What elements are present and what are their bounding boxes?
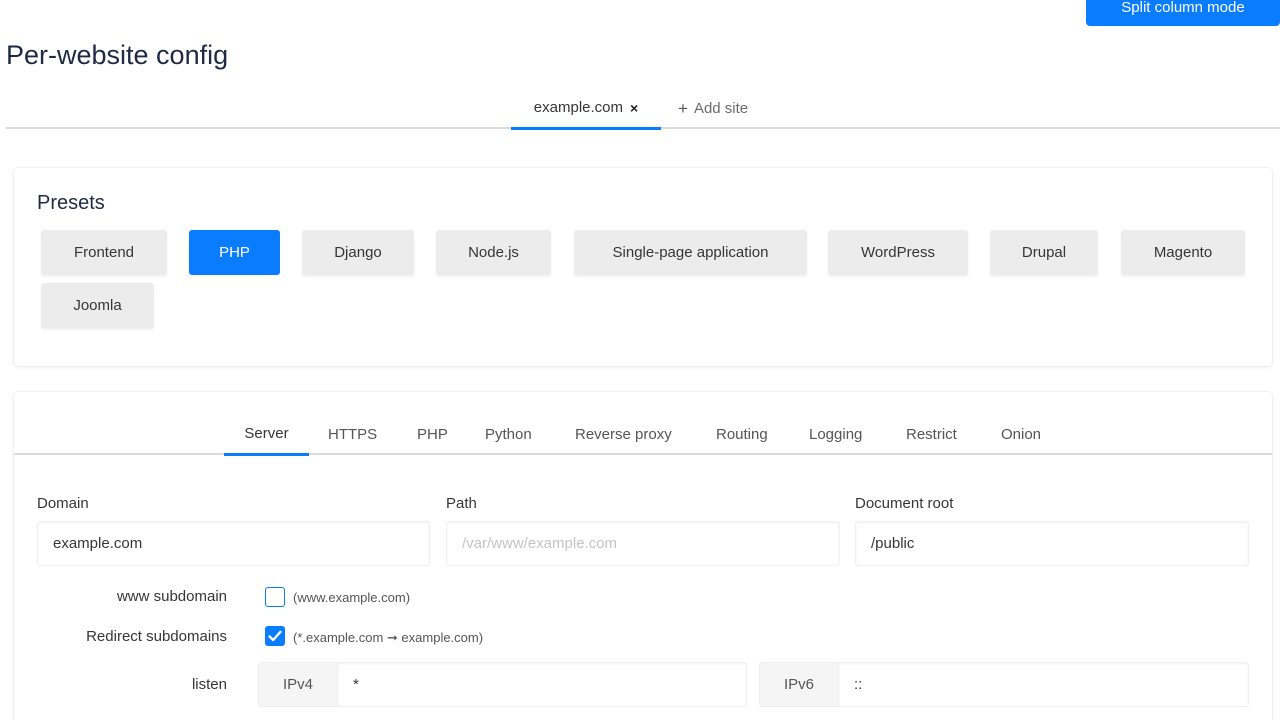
- site-tabs: example.com × + Add site: [6, 88, 1280, 130]
- preset-single-page-application[interactable]: Single-page application: [574, 230, 807, 275]
- redirect-subdomains-checkbox[interactable]: [265, 626, 285, 646]
- site-tab-example-com[interactable]: example.com ×: [511, 88, 661, 130]
- split-column-mode-button[interactable]: Split column mode: [1086, 0, 1280, 26]
- tab-python[interactable]: Python: [485, 414, 532, 455]
- tab-restrict[interactable]: Restrict: [906, 414, 957, 455]
- plus-icon: +: [678, 98, 688, 118]
- preset-joomla[interactable]: Joomla: [41, 283, 154, 328]
- preset-django[interactable]: Django: [302, 230, 414, 275]
- tab-php[interactable]: PHP: [417, 414, 448, 455]
- tab-onion[interactable]: Onion: [1001, 414, 1041, 455]
- www-subdomain-hint: (www.example.com): [293, 590, 411, 605]
- listen-label: listen: [191, 676, 227, 693]
- tab-reverse-proxy[interactable]: Reverse proxy: [575, 414, 672, 455]
- add-site-button[interactable]: + Add site: [678, 88, 748, 129]
- domain-input[interactable]: [37, 521, 430, 566]
- ipv4-input[interactable]: [337, 662, 747, 707]
- path-input[interactable]: [446, 521, 840, 566]
- redirect-subdomains-hint: (*.example.com ➞ example.com): [293, 630, 484, 645]
- path-label: Path: [446, 495, 477, 512]
- tab-routing[interactable]: Routing: [716, 414, 768, 455]
- close-icon[interactable]: ×: [630, 100, 638, 116]
- site-tab-label: example.com: [533, 99, 623, 116]
- ipv6-addon: IPv6: [759, 662, 839, 707]
- preset-drupal[interactable]: Drupal: [990, 230, 1098, 275]
- preset-nodejs[interactable]: Node.js: [436, 230, 551, 275]
- page-title: Per-website config: [6, 40, 229, 70]
- config-card: Server HTTPS PHP Python Reverse proxy Ro…: [14, 392, 1272, 720]
- www-subdomain-label: www subdomain: [116, 588, 227, 605]
- tab-server[interactable]: Server: [224, 414, 309, 456]
- presets-card: Presets Frontend PHP Django Node.js Sing…: [14, 168, 1272, 366]
- ipv4-addon: IPv4: [258, 662, 338, 707]
- preset-php[interactable]: PHP: [189, 230, 280, 275]
- domain-label: Domain: [37, 495, 89, 512]
- preset-frontend[interactable]: Frontend: [41, 230, 167, 275]
- tab-https[interactable]: HTTPS: [328, 414, 377, 455]
- redirect-subdomains-label: Redirect subdomains: [86, 628, 227, 645]
- add-site-label: Add site: [693, 100, 749, 117]
- www-subdomain-checkbox[interactable]: [265, 587, 285, 607]
- tab-logging[interactable]: Logging: [809, 414, 862, 455]
- preset-magento[interactable]: Magento: [1121, 230, 1245, 275]
- presets-title: Presets: [37, 192, 105, 214]
- document-root-label: Document root: [855, 495, 954, 512]
- checkmark-icon: [268, 630, 282, 642]
- document-root-input[interactable]: [855, 521, 1249, 566]
- ipv6-input[interactable]: [838, 662, 1249, 707]
- config-tabs: Server HTTPS PHP Python Reverse proxy Ro…: [14, 414, 1272, 456]
- preset-wordpress[interactable]: WordPress: [828, 230, 968, 275]
